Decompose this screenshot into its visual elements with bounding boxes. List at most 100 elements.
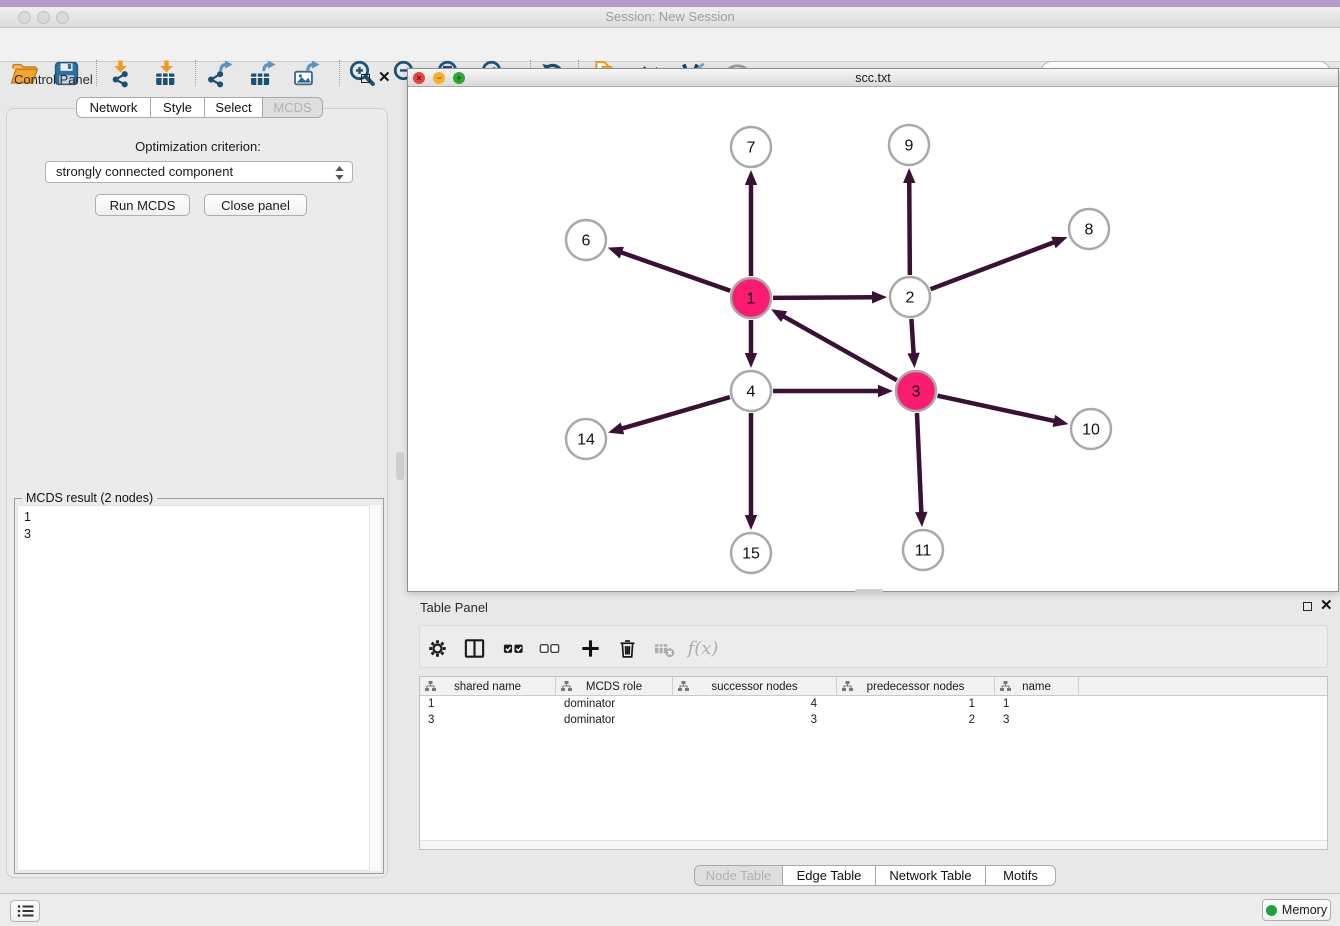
svg-text:2: 2: [906, 290, 915, 307]
table-hscrollbar[interactable]: [420, 840, 1327, 849]
close-table-panel-icon[interactable]: ✕: [1320, 601, 1333, 611]
network-window-titlebar[interactable]: × − + scc.txt: [408, 69, 1338, 87]
cell[interactable]: 1: [837, 696, 995, 712]
tab-network[interactable]: Network: [76, 97, 151, 118]
vertical-splitter-handle[interactable]: [396, 452, 404, 480]
tab-motifs[interactable]: Motifs: [986, 865, 1056, 886]
graph-node-7[interactable]: 7: [731, 127, 771, 167]
table-row[interactable]: 3dominator323: [420, 712, 1327, 728]
svg-text:9: 9: [905, 138, 914, 155]
control-panel: Control Panel ✕ Optimization criterion: …: [0, 62, 394, 880]
graph-node-8[interactable]: 8: [1069, 209, 1109, 249]
tab-node-table[interactable]: Node Table: [694, 865, 783, 886]
delete-table-icon: [650, 634, 678, 662]
graph-edge-1-7[interactable]: [745, 170, 757, 276]
graph-edge-4-3[interactable]: [773, 385, 893, 397]
control-panel-tabs: NetworkStyleSelectMCDS: [76, 97, 323, 118]
mcds-result-scrollbar[interactable]: [369, 505, 381, 871]
graph-node-2[interactable]: 2: [890, 277, 930, 317]
tab-mcds[interactable]: MCDS: [263, 97, 323, 118]
network-window-title: scc.txt: [408, 71, 1338, 85]
graph-node-4[interactable]: 4: [731, 371, 771, 411]
tab-network-table[interactable]: Network Table: [876, 865, 986, 886]
window-accent-strip: [0, 0, 1340, 7]
cell[interactable]: dominator: [556, 712, 673, 728]
criterion-dropdown-value: strongly connected component: [56, 164, 233, 179]
column-header-successor-nodes[interactable]: successor nodes: [673, 677, 837, 696]
select-all-columns-icon[interactable]: [499, 634, 527, 662]
control-panel-title: Control Panel: [14, 72, 93, 87]
graph-node-6[interactable]: 6: [566, 220, 606, 260]
cell[interactable]: 1: [995, 696, 1079, 712]
graph-edge-2-3[interactable]: [907, 319, 919, 368]
graph-edge-4-14[interactable]: [608, 397, 730, 434]
graph-edge-1-6[interactable]: [608, 247, 731, 291]
cell[interactable]: 2: [837, 712, 995, 728]
graph-node-3[interactable]: 3: [896, 371, 936, 411]
delete-column-trash-icon[interactable]: [613, 634, 641, 662]
memory-label: Memory: [1282, 903, 1327, 917]
cell[interactable]: 3: [420, 712, 556, 728]
graph-edge-2-9[interactable]: [903, 168, 915, 275]
create-column-icon[interactable]: [576, 634, 604, 662]
mcds-result-title: MCDS result (2 nodes): [22, 491, 157, 505]
graph-edge-3-10[interactable]: [937, 396, 1068, 427]
optimization-criterion-label: Optimization criterion:: [7, 139, 389, 154]
float-table-panel-icon[interactable]: [1303, 602, 1312, 611]
task-history-button[interactable]: [10, 900, 40, 922]
cell[interactable]: dominator: [556, 696, 673, 712]
network-canvas[interactable]: 7 9 6 8 1 2 4 3 14 10 15 11: [408, 87, 1338, 591]
svg-text:10: 10: [1082, 422, 1100, 439]
mcds-panel: Optimization criterion: strongly connect…: [6, 108, 388, 878]
cell[interactable]: 3: [995, 712, 1079, 728]
column-header-shared-name[interactable]: shared name: [420, 677, 556, 696]
mcds-result-text[interactable]: 1 3: [17, 505, 381, 871]
table-toolbar: f(x): [419, 625, 1328, 668]
tab-style[interactable]: Style: [151, 97, 205, 118]
function-builder-icon: f(x): [689, 634, 717, 662]
cell[interactable]: 1: [420, 696, 556, 712]
tab-edge-table[interactable]: Edge Table: [783, 865, 876, 886]
graph-node-11[interactable]: 11: [903, 530, 943, 570]
close-panel-icon[interactable]: ✕: [378, 73, 391, 83]
criterion-dropdown[interactable]: strongly connected component: [45, 161, 353, 183]
graph-edge-3-1[interactable]: [771, 309, 897, 380]
graph-edge-2-8[interactable]: [931, 237, 1068, 289]
table-settings-gear-icon[interactable]: [423, 634, 451, 662]
cell[interactable]: 4: [673, 696, 837, 712]
graph-node-15[interactable]: 15: [731, 533, 771, 573]
graph-node-1[interactable]: 1: [731, 278, 771, 318]
tab-select[interactable]: Select: [205, 97, 263, 118]
graph-edge-1-2[interactable]: [773, 291, 887, 303]
unselect-all-columns-icon[interactable]: [535, 634, 563, 662]
main-toolbar: [0, 28, 1340, 62]
horizontal-splitter-handle[interactable]: [855, 589, 883, 593]
node-table[interactable]: shared nameMCDS rolesuccessor nodesprede…: [419, 676, 1328, 850]
graph-node-9[interactable]: 9: [889, 125, 929, 165]
table-panel-title: Table Panel: [420, 600, 488, 615]
show-column-panel-icon[interactable]: [460, 634, 488, 662]
column-header-name[interactable]: name: [995, 677, 1079, 696]
cell[interactable]: 3: [673, 712, 837, 728]
graph-edge-3-11[interactable]: [915, 413, 927, 527]
column-header-predecessor-nodes[interactable]: predecessor nodes: [837, 677, 995, 696]
close-panel-button[interactable]: Close panel: [204, 194, 307, 216]
svg-text:3: 3: [912, 384, 921, 401]
svg-text:15: 15: [742, 546, 760, 563]
table-panel: Table Panel ✕: [407, 596, 1340, 888]
graph-node-14[interactable]: 14: [566, 419, 606, 459]
graph-node-10[interactable]: 10: [1071, 409, 1111, 449]
svg-text:14: 14: [577, 432, 595, 449]
svg-text:6: 6: [582, 233, 591, 250]
run-mcds-button[interactable]: Run MCDS: [95, 194, 190, 216]
float-panel-icon[interactable]: [361, 74, 370, 83]
svg-text:4: 4: [747, 384, 756, 401]
graph-edge-4-15[interactable]: [745, 413, 757, 530]
graph-edge-1-4[interactable]: [745, 320, 757, 368]
table-row[interactable]: 1dominator411: [420, 696, 1327, 712]
memory-status-dot: [1266, 905, 1277, 916]
svg-text:11: 11: [915, 543, 932, 560]
chevron-updown-icon: [335, 166, 344, 180]
column-header-MCDS-role[interactable]: MCDS role: [556, 677, 673, 696]
memory-button[interactable]: Memory: [1262, 899, 1331, 921]
